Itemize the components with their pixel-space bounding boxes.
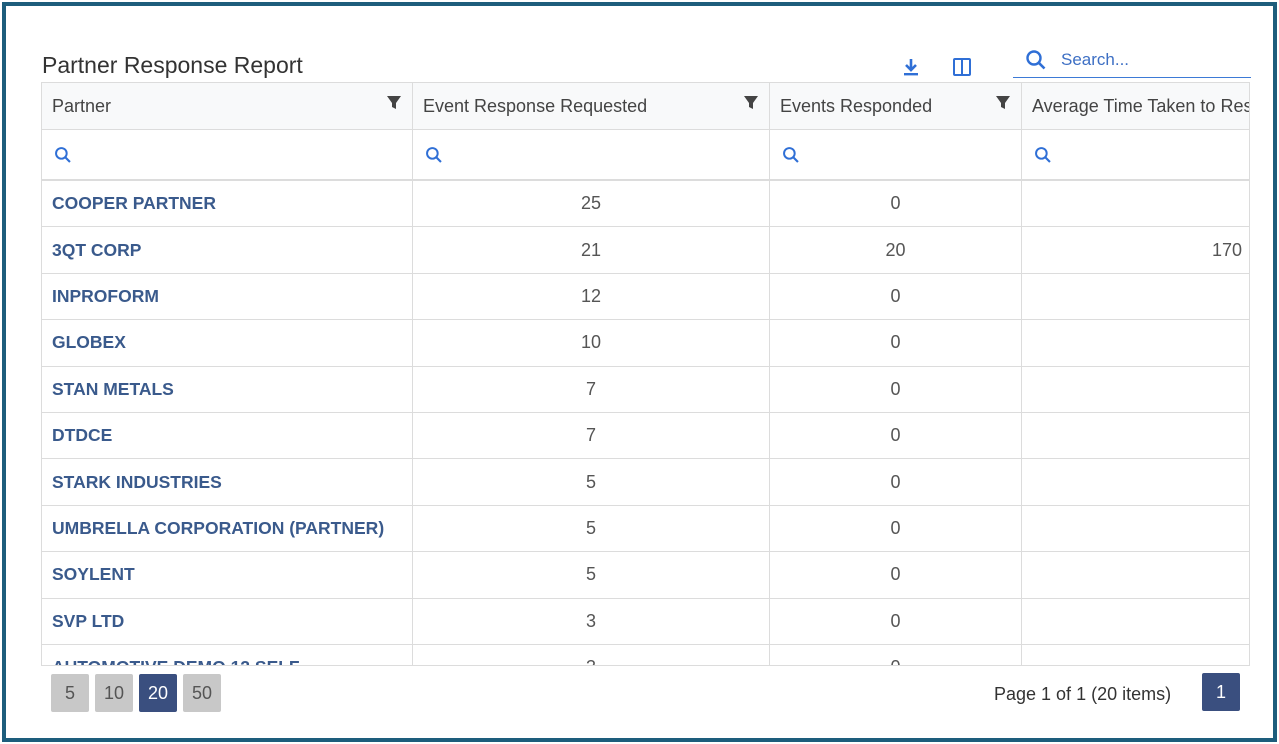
avg-time-cell <box>1022 181 1249 226</box>
column-header-label: Events Responded <box>780 95 933 116</box>
table-row: GLOBEX 10 0 <box>42 320 1249 367</box>
data-grid: Partner Event Response Requested Events … <box>41 82 1250 666</box>
column-header-label: Event Response Requested <box>423 95 648 116</box>
requested-cell: 25 <box>413 181 770 227</box>
page-size-10[interactable]: 10 <box>95 674 133 712</box>
requested-cell: 3 <box>413 644 770 665</box>
avg-time-cell <box>1022 413 1249 458</box>
table-row: DTDCE 7 0 <box>42 412 1249 460</box>
responded-cell: 20 <box>770 227 1022 273</box>
avg-time-cell <box>1022 552 1249 597</box>
responded-cell: 0 <box>770 644 1022 665</box>
search-icon <box>55 146 71 163</box>
partner-link[interactable]: AUTOMOTIVE DEMO 12 SELF <box>42 644 413 665</box>
partner-link[interactable]: UMBRELLA CORPORATION (PARTNER) <box>42 505 413 552</box>
responded-cell: 0 <box>770 505 1022 552</box>
requested-cell: 7 <box>413 366 770 412</box>
window-frame: Partner Response Report Search... Partne… <box>2 2 1277 742</box>
filter-row <box>42 130 1249 181</box>
partner-link[interactable]: 3QT CORP <box>42 227 413 273</box>
partner-link[interactable]: INPROFORM <box>42 273 413 320</box>
responded-cell: 0 <box>770 320 1022 366</box>
column-header-label: Average Time Taken to Respond <box>1032 95 1250 116</box>
filter-cell-requested[interactable] <box>413 130 770 179</box>
table-row: STARK INDUSTRIES 5 0 <box>42 459 1249 506</box>
header-row: Partner Event Response Requested Events … <box>42 83 1250 130</box>
page-size-selector: 5 10 20 50 <box>51 674 221 712</box>
responded-cell: 0 <box>770 412 1022 459</box>
grid-body[interactable]: COOPER PARTNER 25 0 3QT CORP 21 20 170 I… <box>42 181 1249 665</box>
requested-cell: 10 <box>413 320 770 366</box>
requested-cell: 3 <box>413 598 770 644</box>
responded-cell: 0 <box>770 459 1022 505</box>
table-row: UMBRELLA CORPORATION (PARTNER) 5 0 <box>42 505 1249 553</box>
table-row: INPROFORM 12 0 <box>42 273 1249 321</box>
search-icon <box>426 146 442 163</box>
table-row: SVP LTD 3 0 <box>42 598 1249 645</box>
column-header-partner[interactable]: Partner <box>42 83 413 129</box>
avg-time-cell <box>1022 599 1249 644</box>
requested-cell: 5 <box>413 459 770 505</box>
table-row: 3QT CORP 21 20 170 <box>42 227 1249 274</box>
table-row: SOYLENT 5 0 <box>42 552 1249 599</box>
requested-cell: 21 <box>413 227 770 273</box>
responded-cell: 0 <box>770 552 1022 598</box>
filter-cell-avg-time[interactable] <box>1022 130 1249 179</box>
avg-time-cell <box>1022 645 1249 665</box>
responded-cell: 0 <box>770 598 1022 644</box>
table-row: STAN METALS 7 0 <box>42 366 1249 413</box>
partner-link[interactable]: SOYLENT <box>42 552 413 598</box>
search-box[interactable] <box>1013 42 1251 78</box>
filter-icon[interactable] <box>386 95 402 111</box>
filter-cell-responded[interactable] <box>770 130 1022 179</box>
filter-icon[interactable] <box>995 95 1011 111</box>
table-row: COOPER PARTNER 25 0 <box>42 181 1249 228</box>
partner-link[interactable]: DTDCE <box>42 412 413 459</box>
responded-cell: 0 <box>770 181 1022 227</box>
page-size-20[interactable]: 20 <box>139 674 177 712</box>
requested-cell: 12 <box>413 273 770 320</box>
requested-cell: 7 <box>413 412 770 459</box>
column-header-label: Partner <box>52 95 112 116</box>
download-button[interactable] <box>896 52 926 82</box>
search-input[interactable] <box>1061 49 1241 70</box>
page-info: Page 1 of 1 (20 items) <box>994 684 1172 704</box>
avg-time-cell <box>1022 459 1249 504</box>
requested-cell: 5 <box>413 505 770 552</box>
page-title: Partner Response Report <box>42 52 303 78</box>
page-size-5[interactable]: 5 <box>51 674 89 712</box>
column-chooser-button[interactable] <box>947 52 977 82</box>
avg-time-cell: 170 <box>1211 239 1242 260</box>
search-icon <box>1021 45 1051 75</box>
page-button-1[interactable]: 1 <box>1202 673 1240 711</box>
partner-link[interactable]: STAN METALS <box>42 366 413 412</box>
partner-link[interactable]: STARK INDUSTRIES <box>42 459 413 505</box>
report-panel: Partner Response Report Search... Partne… <box>16 16 1269 732</box>
responded-cell: 0 <box>770 366 1022 412</box>
requested-cell: 5 <box>413 552 770 598</box>
responded-cell: 0 <box>770 273 1022 320</box>
filter-cell-partner[interactable] <box>42 130 413 179</box>
avg-time-cell <box>1022 506 1249 551</box>
page-size-50[interactable]: 50 <box>183 674 221 712</box>
partner-link[interactable]: COOPER PARTNER <box>42 181 413 227</box>
partner-link[interactable]: SVP LTD <box>42 598 413 644</box>
search-icon <box>1035 146 1051 163</box>
column-header-avg-time[interactable]: Average Time Taken to Respond <box>1022 83 1250 129</box>
avg-time-cell <box>1022 367 1249 412</box>
filter-icon[interactable] <box>743 95 759 111</box>
download-icon <box>904 59 918 76</box>
column-header-responded[interactable]: Events Responded <box>770 83 1022 129</box>
search-icon <box>783 146 799 163</box>
partner-link[interactable]: GLOBEX <box>42 320 413 366</box>
table-row: AUTOMOTIVE DEMO 12 SELF 3 0 <box>42 644 1249 665</box>
avg-time-cell <box>1022 274 1249 319</box>
columns-icon <box>953 58 971 76</box>
avg-time-cell <box>1022 320 1249 365</box>
column-header-requested[interactable]: Event Response Requested <box>413 83 770 129</box>
